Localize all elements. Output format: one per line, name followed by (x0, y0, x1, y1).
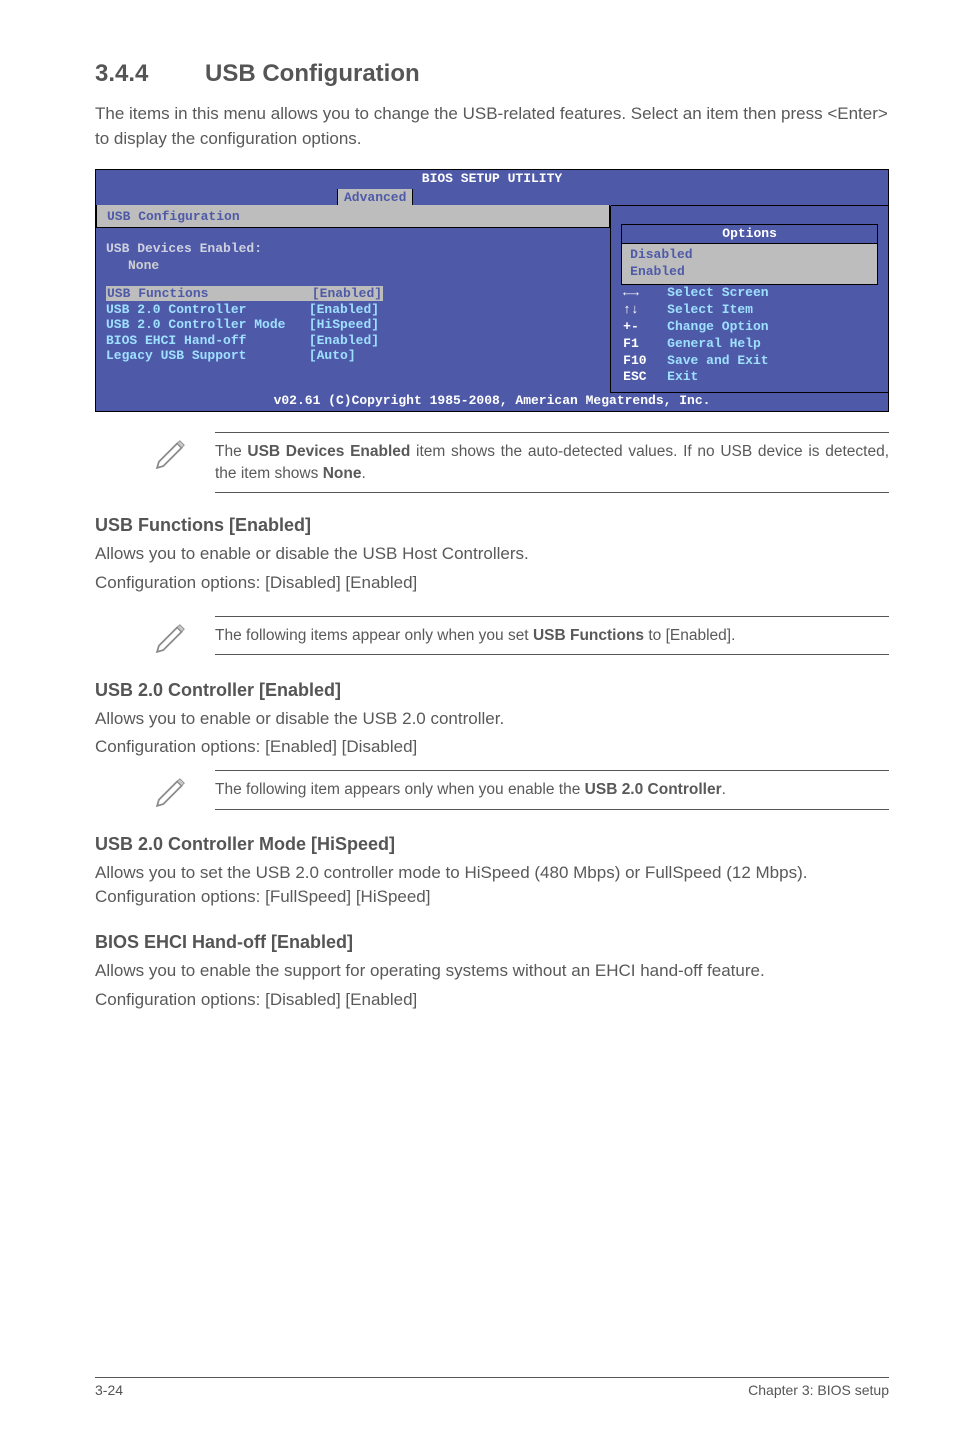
note-text: The following item appears only when you… (215, 770, 889, 810)
sub-para: Allows you to enable or disable the USB … (95, 542, 889, 567)
footer-page-number: 3-24 (95, 1382, 123, 1398)
bios-setting-row: USB Functions [Enabled] (106, 286, 600, 302)
footer-chapter: Chapter 3: BIOS setup (748, 1382, 889, 1398)
section-number: 3.4.4 (95, 60, 205, 88)
section-heading: 3.4.4USB Configuration (95, 60, 889, 88)
bios-body: USB Configuration USB Devices Enabled: N… (96, 206, 888, 393)
devices-enabled-value: None (106, 258, 600, 274)
bios-setting-row: USB 2.0 Controller Mode [HiSpeed] (106, 317, 600, 333)
bios-copyright: v02.61 (C)Copyright 1985-2008, American … (96, 392, 888, 411)
note-callout: The following items appear only when you… (151, 616, 889, 658)
option-item: Enabled (630, 263, 869, 281)
bios-titlebar: BIOS SETUP UTILITY Advanced (96, 170, 888, 206)
keyhelp-row: ESCExit (623, 369, 876, 386)
keyhelp-row: F10Save and Exit (623, 353, 876, 370)
bios-screenshot: BIOS SETUP UTILITY Advanced USB Configur… (95, 169, 889, 412)
sub-para: Allows you to enable the support for ope… (95, 959, 889, 984)
bios-left-pane: USB Configuration USB Devices Enabled: N… (96, 206, 611, 393)
note-text: The USB Devices Enabled item shows the a… (215, 432, 889, 493)
sub-heading: USB 2.0 Controller Mode [HiSpeed] (95, 834, 889, 855)
bios-right-pane: Options DisabledEnabled ←→Select Screen↑… (611, 205, 888, 392)
options-title: Options (622, 225, 877, 244)
options-list: DisabledEnabled (622, 244, 877, 284)
bios-title: BIOS SETUP UTILITY (96, 170, 888, 187)
bios-tab-advanced: Advanced (337, 189, 413, 207)
section-intro: The items in this menu allows you to cha… (95, 102, 889, 151)
bios-setting-row: BIOS EHCI Hand-off [Enabled] (106, 333, 600, 349)
sub-para: Allows you to set the USB 2.0 controller… (95, 861, 889, 910)
sub-heading: USB Functions [Enabled] (95, 515, 889, 536)
key-help: ←→Select Screen↑↓Select Item+- Change Op… (611, 285, 888, 392)
pencil-icon (151, 616, 193, 658)
bios-rows: USB Functions [Enabled]USB 2.0 Controlle… (106, 286, 600, 364)
sub-para: Configuration options: [Enabled] [Disabl… (95, 735, 889, 760)
pencil-icon (151, 432, 193, 474)
section-title: USB Configuration (205, 60, 420, 87)
sub-para: Configuration options: [Disabled] [Enabl… (95, 988, 889, 1013)
keyhelp-row: ↑↓Select Item (623, 302, 876, 319)
keyhelp-row: +- Change Option (623, 319, 876, 336)
pencil-icon (151, 770, 193, 812)
bios-setting-row: Legacy USB Support [Auto] (106, 348, 600, 364)
bios-setting-row: USB 2.0 Controller [Enabled] (106, 302, 600, 318)
sub-para: Configuration options: [Disabled] [Enabl… (95, 571, 889, 596)
note-callout: The following item appears only when you… (151, 770, 889, 812)
devices-enabled-label: USB Devices Enabled: (106, 241, 600, 257)
note-text: The following items appear only when you… (215, 616, 889, 656)
sub-para: Allows you to enable or disable the USB … (95, 707, 889, 732)
keyhelp-row: F1General Help (623, 336, 876, 353)
sub-heading: BIOS EHCI Hand-off [Enabled] (95, 932, 889, 953)
keyhelp-row: ←→Select Screen (623, 285, 876, 302)
bios-subtitle: USB Configuration (96, 205, 610, 228)
option-item: Disabled (630, 246, 869, 264)
sub-heading: USB 2.0 Controller [Enabled] (95, 680, 889, 701)
options-box: Options DisabledEnabled (621, 224, 878, 285)
note-callout: The USB Devices Enabled item shows the a… (151, 432, 889, 493)
page-footer: 3-24 Chapter 3: BIOS setup (95, 1377, 889, 1398)
